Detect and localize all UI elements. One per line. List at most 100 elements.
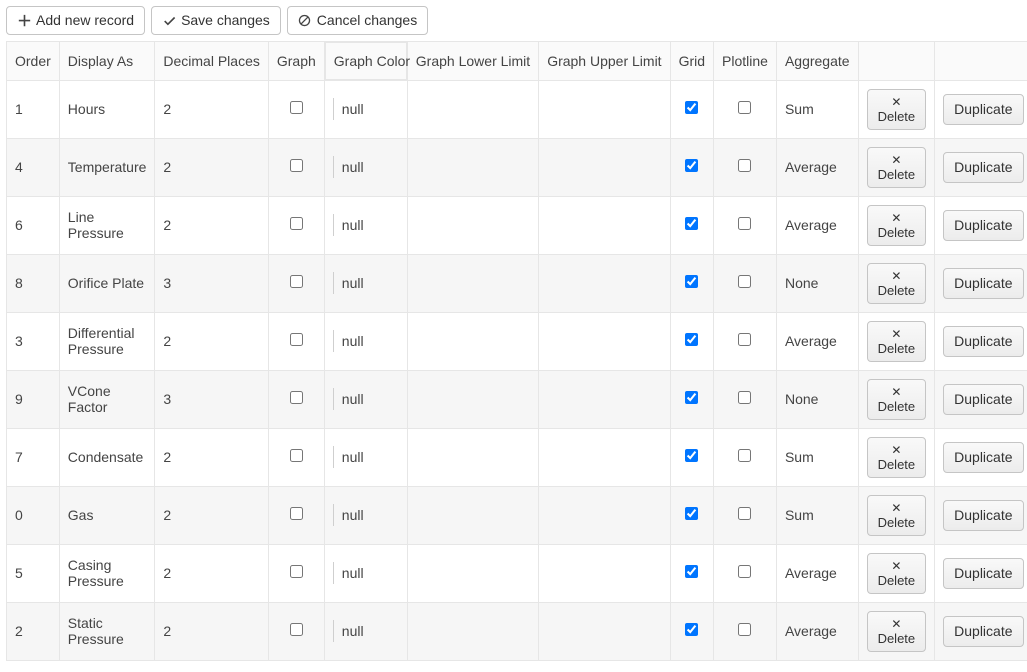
header-grid[interactable]: Grid <box>670 41 713 80</box>
duplicate-button[interactable]: Duplicate <box>943 500 1023 531</box>
cell-display-as[interactable]: Condensate <box>59 428 155 486</box>
grid-checkbox[interactable] <box>685 217 698 230</box>
plotline-checkbox[interactable] <box>738 101 751 114</box>
cell-aggregate[interactable]: Average <box>776 196 858 254</box>
table-row[interactable]: 0Gas2nullSum✕DeleteDuplicate <box>7 486 1027 544</box>
cell-display-as[interactable]: Orifice Plate <box>59 254 155 312</box>
plotline-checkbox[interactable] <box>738 275 751 288</box>
cell-aggregate[interactable]: Sum <box>776 486 858 544</box>
cell-graph-lower-limit[interactable] <box>407 312 538 370</box>
cell-graph-color[interactable]: null <box>324 80 407 138</box>
duplicate-button[interactable]: Duplicate <box>943 326 1023 357</box>
delete-button[interactable]: ✕Delete <box>867 379 927 420</box>
cell-decimal-places[interactable]: 2 <box>155 544 268 602</box>
cell-decimal-places[interactable]: 2 <box>155 138 268 196</box>
duplicate-button[interactable]: Duplicate <box>943 210 1023 241</box>
table-row[interactable]: 8Orifice Plate3nullNone✕DeleteDuplicate <box>7 254 1027 312</box>
grid-checkbox[interactable] <box>685 101 698 114</box>
cell-display-as[interactable]: Casing Pressure <box>59 544 155 602</box>
cell-graph-color[interactable]: null <box>324 254 407 312</box>
cell-graph-lower-limit[interactable] <box>407 544 538 602</box>
graph-checkbox[interactable] <box>290 565 303 578</box>
cell-aggregate[interactable]: Average <box>776 602 858 660</box>
cell-graph-upper-limit[interactable] <box>539 196 670 254</box>
cell-order[interactable]: 8 <box>7 254 60 312</box>
header-decimal-places[interactable]: Decimal Places <box>155 41 268 80</box>
cell-graph-lower-limit[interactable] <box>407 602 538 660</box>
graph-checkbox[interactable] <box>290 217 303 230</box>
cell-aggregate[interactable]: Sum <box>776 80 858 138</box>
cell-graph-lower-limit[interactable] <box>407 254 538 312</box>
cell-aggregate[interactable]: Average <box>776 544 858 602</box>
plotline-checkbox[interactable] <box>738 333 751 346</box>
cell-order[interactable]: 1 <box>7 80 60 138</box>
header-graph-upper-limit[interactable]: Graph Upper Limit <box>539 41 670 80</box>
cell-display-as[interactable]: Line Pressure <box>59 196 155 254</box>
cell-graph-upper-limit[interactable] <box>539 486 670 544</box>
grid-checkbox[interactable] <box>685 275 698 288</box>
header-order[interactable]: Order <box>7 41 60 80</box>
graph-checkbox[interactable] <box>290 159 303 172</box>
cell-aggregate[interactable]: Sum <box>776 428 858 486</box>
plotline-checkbox[interactable] <box>738 507 751 520</box>
cell-aggregate[interactable]: None <box>776 254 858 312</box>
duplicate-button[interactable]: Duplicate <box>943 94 1023 125</box>
delete-button[interactable]: ✕Delete <box>867 437 927 478</box>
cell-decimal-places[interactable]: 2 <box>155 80 268 138</box>
cell-decimal-places[interactable]: 2 <box>155 486 268 544</box>
cell-graph-lower-limit[interactable] <box>407 196 538 254</box>
delete-button[interactable]: ✕Delete <box>867 553 927 594</box>
duplicate-button[interactable]: Duplicate <box>943 384 1023 415</box>
graph-checkbox[interactable] <box>290 333 303 346</box>
plotline-checkbox[interactable] <box>738 565 751 578</box>
cell-graph-upper-limit[interactable] <box>539 80 670 138</box>
graph-checkbox[interactable] <box>290 391 303 404</box>
add-record-button[interactable]: Add new record <box>6 6 145 35</box>
grid-checkbox[interactable] <box>685 565 698 578</box>
cell-graph-upper-limit[interactable] <box>539 602 670 660</box>
table-row[interactable]: 7Condensate2nullSum✕DeleteDuplicate <box>7 428 1027 486</box>
header-plotline[interactable]: Plotline <box>714 41 777 80</box>
grid-checkbox[interactable] <box>685 507 698 520</box>
plotline-checkbox[interactable] <box>738 217 751 230</box>
cell-graph-color[interactable]: null <box>324 486 407 544</box>
grid-checkbox[interactable] <box>685 623 698 636</box>
cell-decimal-places[interactable]: 2 <box>155 602 268 660</box>
save-changes-button[interactable]: Save changes <box>151 6 281 35</box>
header-graph-color[interactable]: Graph Color <box>325 42 407 80</box>
cell-graph-lower-limit[interactable] <box>407 80 538 138</box>
cell-graph-lower-limit[interactable] <box>407 370 538 428</box>
table-row[interactable]: 6Line Pressure2nullAverage✕DeleteDuplica… <box>7 196 1027 254</box>
graph-checkbox[interactable] <box>290 449 303 462</box>
cell-graph-color[interactable]: null <box>324 196 407 254</box>
cell-order[interactable]: 4 <box>7 138 60 196</box>
duplicate-button[interactable]: Duplicate <box>943 152 1023 183</box>
plotline-checkbox[interactable] <box>738 391 751 404</box>
table-row[interactable]: 5Casing Pressure2nullAverage✕DeleteDupli… <box>7 544 1027 602</box>
cell-order[interactable]: 6 <box>7 196 60 254</box>
delete-button[interactable]: ✕Delete <box>867 147 927 188</box>
cell-graph-upper-limit[interactable] <box>539 254 670 312</box>
cell-graph-color[interactable]: null <box>324 312 407 370</box>
cell-decimal-places[interactable]: 3 <box>155 370 268 428</box>
delete-button[interactable]: ✕Delete <box>867 321 927 362</box>
grid-checkbox[interactable] <box>685 391 698 404</box>
graph-checkbox[interactable] <box>290 623 303 636</box>
header-graph[interactable]: Graph <box>268 41 324 80</box>
cell-graph-upper-limit[interactable] <box>539 428 670 486</box>
grid-checkbox[interactable] <box>685 159 698 172</box>
graph-checkbox[interactable] <box>290 101 303 114</box>
header-display-as[interactable]: Display As <box>59 41 155 80</box>
cell-aggregate[interactable]: None <box>776 370 858 428</box>
cell-display-as[interactable]: Static Pressure <box>59 602 155 660</box>
cell-display-as[interactable]: Temperature <box>59 138 155 196</box>
cell-decimal-places[interactable]: 3 <box>155 254 268 312</box>
graph-checkbox[interactable] <box>290 507 303 520</box>
cell-decimal-places[interactable]: 2 <box>155 312 268 370</box>
plotline-checkbox[interactable] <box>738 159 751 172</box>
cell-display-as[interactable]: Gas <box>59 486 155 544</box>
cell-graph-lower-limit[interactable] <box>407 486 538 544</box>
cell-decimal-places[interactable]: 2 <box>155 428 268 486</box>
cell-graph-upper-limit[interactable] <box>539 544 670 602</box>
cell-order[interactable]: 0 <box>7 486 60 544</box>
